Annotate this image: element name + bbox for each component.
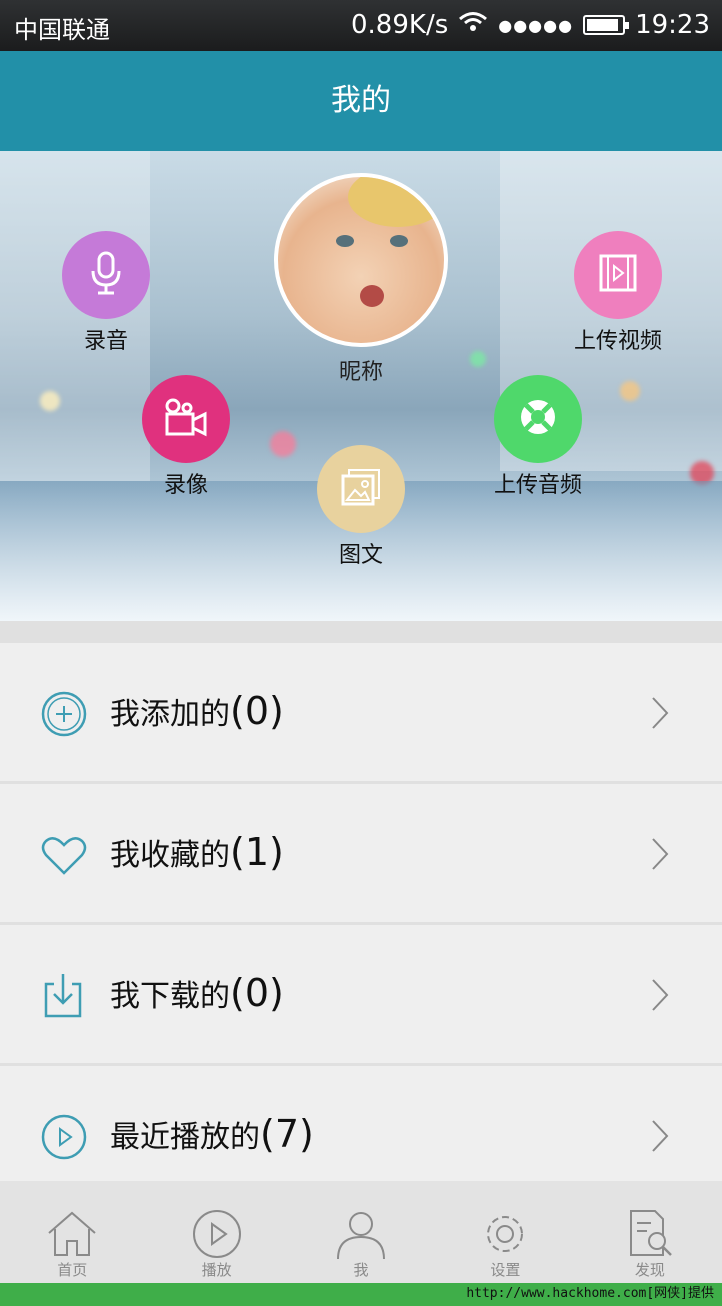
download-icon: [40, 972, 88, 1020]
action-label: 录像: [163, 473, 208, 498]
action-label: 图文: [338, 543, 383, 568]
tab-label: 首页: [57, 1261, 88, 1279]
upload-video-button[interactable]: 上传视频: [558, 231, 678, 355]
list-item-count: (7): [260, 1112, 314, 1156]
battery-icon: [583, 15, 630, 35]
chevron-right-icon: [650, 695, 670, 731]
clock: 19:23: [635, 10, 710, 40]
gear-icon: [433, 1207, 577, 1261]
list-item-count: (0): [230, 971, 284, 1015]
plus-circle-icon: [40, 690, 88, 738]
action-circle: [317, 445, 405, 533]
watermark-footer: http://www.hackhome.com[网侠]提供: [0, 1283, 722, 1306]
list-item-label: 我收藏的: [110, 838, 230, 873]
wifi-icon: [458, 10, 488, 40]
list-item-label: 最近播放的: [110, 1120, 260, 1155]
action-circle: [494, 375, 582, 463]
home-icon: [0, 1207, 144, 1261]
tab-play[interactable]: 播放: [144, 1181, 288, 1283]
action-label: 录音: [83, 329, 128, 354]
tab-label: 我: [353, 1261, 369, 1279]
video-camera-icon: [163, 396, 209, 442]
action-label: 上传音频: [493, 473, 582, 498]
carrier-label: 中国联通: [14, 16, 110, 44]
microphone-icon: [86, 249, 126, 301]
bottom-tab-bar: 首页 播放 我 设置 发现: [0, 1181, 722, 1283]
tab-label: 设置: [490, 1261, 521, 1279]
tab-label: 播放: [201, 1261, 232, 1279]
signal-icon: ●●●●●: [498, 15, 574, 35]
avatar[interactable]: [274, 173, 448, 347]
menu-list: 我添加的(0) 我收藏的(1) 我下载的(0) 最近播放的(7): [0, 643, 722, 1207]
lifebuoy-icon: [517, 396, 559, 442]
tab-settings[interactable]: 设置: [433, 1181, 577, 1283]
status-bar: 中国联通 0.89K/s ●●●●● 19:23: [0, 0, 722, 51]
picture-icon: [339, 466, 383, 512]
tab-home[interactable]: 首页: [0, 1181, 144, 1283]
list-item-downloads[interactable]: 我下载的(0): [0, 925, 722, 1066]
chevron-right-icon: [650, 1118, 670, 1154]
image-text-button[interactable]: 图文: [316, 445, 406, 569]
list-item-label: 我添加的: [110, 697, 230, 732]
section-divider: [0, 621, 722, 643]
list-item-count: (0): [230, 689, 284, 733]
chevron-right-icon: [650, 836, 670, 872]
discover-search-icon: [578, 1207, 722, 1261]
list-item-added[interactable]: 我添加的(0): [0, 643, 722, 784]
tab-discover[interactable]: 发现: [578, 1181, 722, 1283]
play-icon: [144, 1207, 288, 1261]
nickname-label[interactable]: 昵称: [311, 354, 411, 386]
profile-header: 昵称 录音 上传视频 录像 上传音频 图文: [0, 151, 722, 621]
action-circle: [574, 231, 662, 319]
upload-audio-button[interactable]: 上传音频: [478, 375, 598, 499]
record-video-button[interactable]: 录像: [141, 375, 231, 499]
chevron-right-icon: [650, 977, 670, 1013]
tab-label: 发现: [634, 1261, 665, 1279]
page-title: 我的: [0, 51, 722, 151]
film-icon: [597, 252, 639, 298]
list-item-label: 我下载的: [110, 979, 230, 1014]
network-speed: 0.89K/s: [351, 10, 449, 40]
tab-me[interactable]: 我: [289, 1181, 433, 1283]
action-label: 上传视频: [573, 329, 662, 354]
list-item-count: (1): [230, 830, 284, 874]
user-icon: [289, 1207, 433, 1261]
list-item-favorites[interactable]: 我收藏的(1): [0, 784, 722, 925]
play-circle-icon: [40, 1113, 88, 1161]
action-circle: [142, 375, 230, 463]
heart-icon: [40, 831, 88, 879]
action-circle: [62, 231, 150, 319]
record-audio-button[interactable]: 录音: [61, 231, 151, 355]
